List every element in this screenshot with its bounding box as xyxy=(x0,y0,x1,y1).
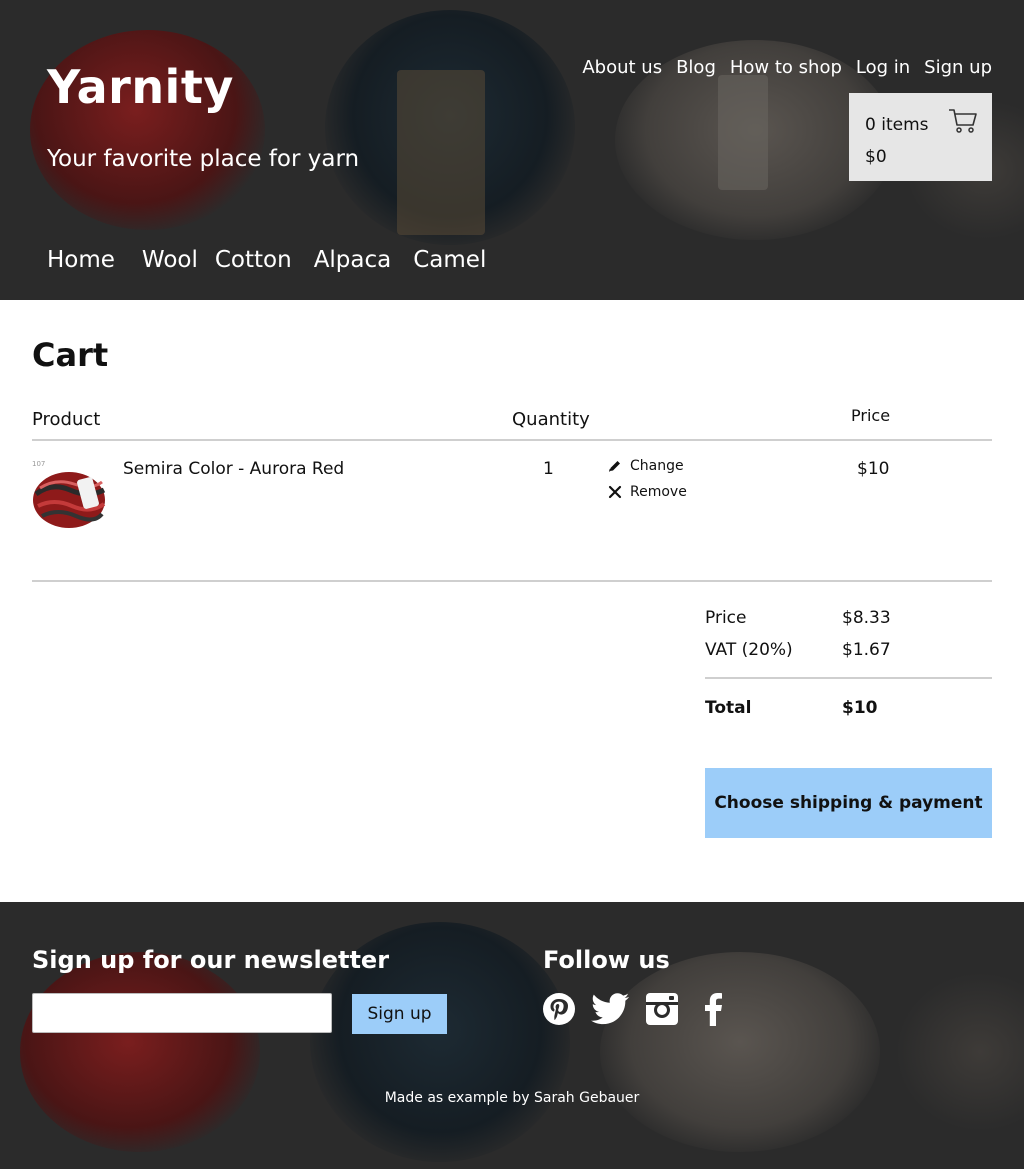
column-header-quantity: Quantity xyxy=(512,409,590,430)
main-nav-wool[interactable]: Wool xyxy=(142,247,198,273)
follow-us-title: Follow us xyxy=(543,946,670,974)
header-background-yarn-label xyxy=(718,75,768,190)
summary-total-value: $10 xyxy=(842,698,878,718)
remove-button[interactable]: Remove xyxy=(608,484,687,500)
remove-label: Remove xyxy=(630,484,687,500)
table-divider xyxy=(32,580,992,582)
main-nav-camel[interactable]: Camel xyxy=(413,247,486,273)
mini-cart-total: $0 xyxy=(865,147,887,167)
product-thumbnail[interactable]: 107 xyxy=(32,460,107,530)
checkout-button[interactable]: Choose shipping & payment xyxy=(705,768,992,838)
footer-background-yarn-red xyxy=(20,952,260,1152)
footer-credit: Made as example by Sarah Gebauer xyxy=(384,1090,640,1106)
top-nav-blog[interactable]: Blog xyxy=(676,57,716,78)
product-quantity: 1 xyxy=(543,459,554,479)
facebook-icon[interactable] xyxy=(700,992,724,1026)
product-thumbnail-number: 107 xyxy=(32,460,46,468)
shopping-cart-icon xyxy=(949,109,977,133)
footer-background-yarn-dark xyxy=(895,972,1024,1132)
product-name[interactable]: Semira Color - Aurora Red xyxy=(123,459,344,479)
summary-divider xyxy=(705,677,992,679)
product-price: $10 xyxy=(857,459,890,479)
header-background-yarn-label xyxy=(397,70,485,235)
summary-total-label: Total xyxy=(705,698,752,718)
site-logo[interactable]: Yarnity xyxy=(47,60,234,114)
main-nav-home[interactable]: Home xyxy=(47,247,115,273)
top-nav-about-us[interactable]: About us xyxy=(582,57,662,78)
twitter-icon[interactable] xyxy=(591,992,630,1026)
table-divider xyxy=(32,439,992,441)
main-nav-alpaca[interactable]: Alpaca xyxy=(314,247,392,273)
site-header: Yarnity Your favorite place for yarn Abo… xyxy=(0,0,1024,300)
main-nav: Home Wool Cotton Alpaca Camel xyxy=(47,247,508,273)
column-header-product: Product xyxy=(32,409,101,430)
newsletter-email-input[interactable] xyxy=(32,993,332,1033)
summary-vat-label: VAT (20%) xyxy=(705,640,793,660)
yarn-ball-image xyxy=(33,472,106,528)
newsletter-title: Sign up for our newsletter xyxy=(32,946,390,974)
column-header-price: Price xyxy=(851,406,891,425)
summary-vat-value: $1.67 xyxy=(842,640,891,660)
top-nav: About us Blog How to shop Log in Sign up xyxy=(568,57,992,78)
change-button[interactable]: Change xyxy=(608,458,684,474)
close-icon xyxy=(608,485,622,499)
change-label: Change xyxy=(630,458,684,474)
newsletter-signup-button[interactable]: Sign up xyxy=(352,994,447,1034)
top-nav-log-in[interactable]: Log in xyxy=(856,57,910,78)
site-footer: Sign up for our newsletter Sign up Follo… xyxy=(0,902,1024,1169)
main-nav-cotton[interactable]: Cotton xyxy=(215,247,292,273)
page-title: Cart xyxy=(32,336,109,374)
top-nav-sign-up[interactable]: Sign up xyxy=(924,57,992,78)
mini-cart[interactable]: 0 items $0 xyxy=(849,93,992,181)
site-tagline: Your favorite place for yarn xyxy=(47,146,360,172)
top-nav-how-to-shop[interactable]: How to shop xyxy=(730,57,842,78)
summary-price-value: $8.33 xyxy=(842,608,891,628)
instagram-icon[interactable] xyxy=(645,992,679,1026)
pencil-icon xyxy=(609,461,620,472)
footer-background-yarn-grey xyxy=(600,952,880,1152)
pinterest-icon[interactable] xyxy=(542,992,576,1026)
summary-price-label: Price xyxy=(705,608,747,628)
